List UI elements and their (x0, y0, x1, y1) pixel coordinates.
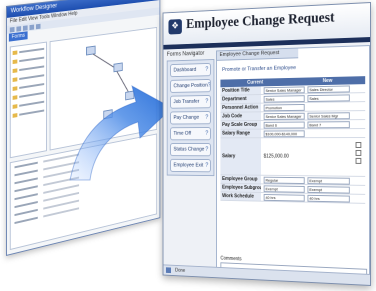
folder-icon (12, 104, 18, 109)
folder-icon (12, 50, 18, 56)
side-menu: Dashboard? Change Position? Job Transfer… (166, 59, 215, 177)
checkbox[interactable] (355, 157, 362, 164)
scene: Workflow Designer File Edit View Tools W… (0, 0, 376, 291)
folder-icon (12, 95, 18, 100)
help-icon[interactable]: ? (205, 96, 208, 107)
new-field[interactable]: Senior Sales Mgr (307, 112, 350, 120)
folder-icon (12, 86, 18, 91)
salary-options (355, 142, 362, 176)
folder-icon (12, 59, 18, 65)
panel-subtitle: Promote or Transfer an Employee (222, 65, 296, 73)
tree-node[interactable] (12, 108, 45, 119)
current-field[interactable]: Regular (263, 176, 305, 185)
toolbar-debug-icon[interactable] (35, 23, 41, 29)
toolbar-run-icon[interactable] (29, 24, 35, 30)
side-menu-item[interactable]: Dashboard? (170, 62, 211, 78)
current-field[interactable]: Senior Sales Manager (263, 112, 305, 120)
toolbar-new-icon[interactable] (9, 26, 15, 33)
side-menu-title: Forms Navigator (166, 50, 205, 58)
current-field[interactable]: 40 hrs (263, 194, 305, 202)
folder-icon (12, 113, 18, 118)
project-tree[interactable] (9, 41, 47, 159)
transition-arrow-icon (69, 85, 173, 181)
side-menu-item[interactable]: Job Transfer? (170, 94, 211, 109)
page-icon (165, 267, 171, 274)
current-field[interactable]: Band 6 (263, 121, 305, 129)
new-field[interactable]: Sales Director (307, 85, 350, 94)
help-icon[interactable]: ? (205, 128, 208, 139)
side-menu-item[interactable]: Status Change? (170, 143, 211, 157)
side-menu-item[interactable]: Pay Change? (170, 110, 211, 125)
status-text: Done (175, 267, 186, 274)
help-icon[interactable]: ? (205, 144, 208, 155)
folder-icon (12, 77, 18, 82)
new-field[interactable]: 40 hrs (307, 194, 350, 203)
help-icon[interactable]: ? (205, 160, 208, 171)
checkbox[interactable] (355, 142, 362, 148)
table-row: Salary Range $100,000-$140,000 (220, 129, 366, 139)
comments-label: Comments (220, 255, 242, 263)
side-menu-item[interactable]: Time Off? (170, 127, 211, 141)
help-icon[interactable]: ? (205, 112, 208, 123)
logo-icon: ❖ (168, 19, 182, 35)
help-icon[interactable]: ? (208, 80, 211, 91)
change-table: Current New Position Title Senior Sales M… (220, 76, 366, 204)
new-field[interactable]: Exempt (307, 186, 350, 194)
checkbox[interactable] (355, 149, 362, 156)
page-title: Employee Change Request (186, 9, 335, 32)
table-row: Work Schedule 40 hrs 40 hrs (220, 192, 366, 204)
new-field[interactable]: Sales (307, 94, 350, 102)
workflow-step[interactable] (113, 62, 123, 73)
current-field[interactable]: $100,000-$140,000 (263, 130, 305, 138)
form-window: ❖ Employee Change Request Forms Navigato… (162, 2, 371, 286)
designer-tab[interactable]: Forms (8, 31, 28, 42)
toolbar-save-icon[interactable] (22, 24, 28, 31)
side-menu-item[interactable]: Employee Exit? (170, 158, 211, 173)
current-field[interactable]: Senior Sales Manager (263, 86, 305, 94)
toolbar-open-icon[interactable] (16, 25, 22, 32)
salary-row: Salary $125,000.00 (220, 138, 366, 177)
new-field[interactable]: Band 7 (307, 121, 350, 129)
salary-label: Salary (220, 138, 261, 175)
form-panel: Employee Change Request Promote or Trans… (216, 45, 371, 286)
form-frame: ❖ Employee Change Request Forms Navigato… (162, 2, 371, 286)
workflow-connector (92, 53, 115, 68)
help-icon[interactable]: ? (205, 64, 208, 75)
current-field[interactable]: Exempt (263, 185, 305, 193)
side-menu-item[interactable]: Change Position? (170, 78, 211, 93)
current-field[interactable]: Sales (263, 95, 305, 103)
new-field[interactable]: Exempt (307, 177, 350, 185)
salary-value: $125,000.00 (263, 153, 289, 160)
panel-tab[interactable]: Employee Change Request (216, 48, 299, 61)
current-field[interactable]: Promotion (263, 103, 305, 112)
folder-icon (12, 68, 18, 74)
